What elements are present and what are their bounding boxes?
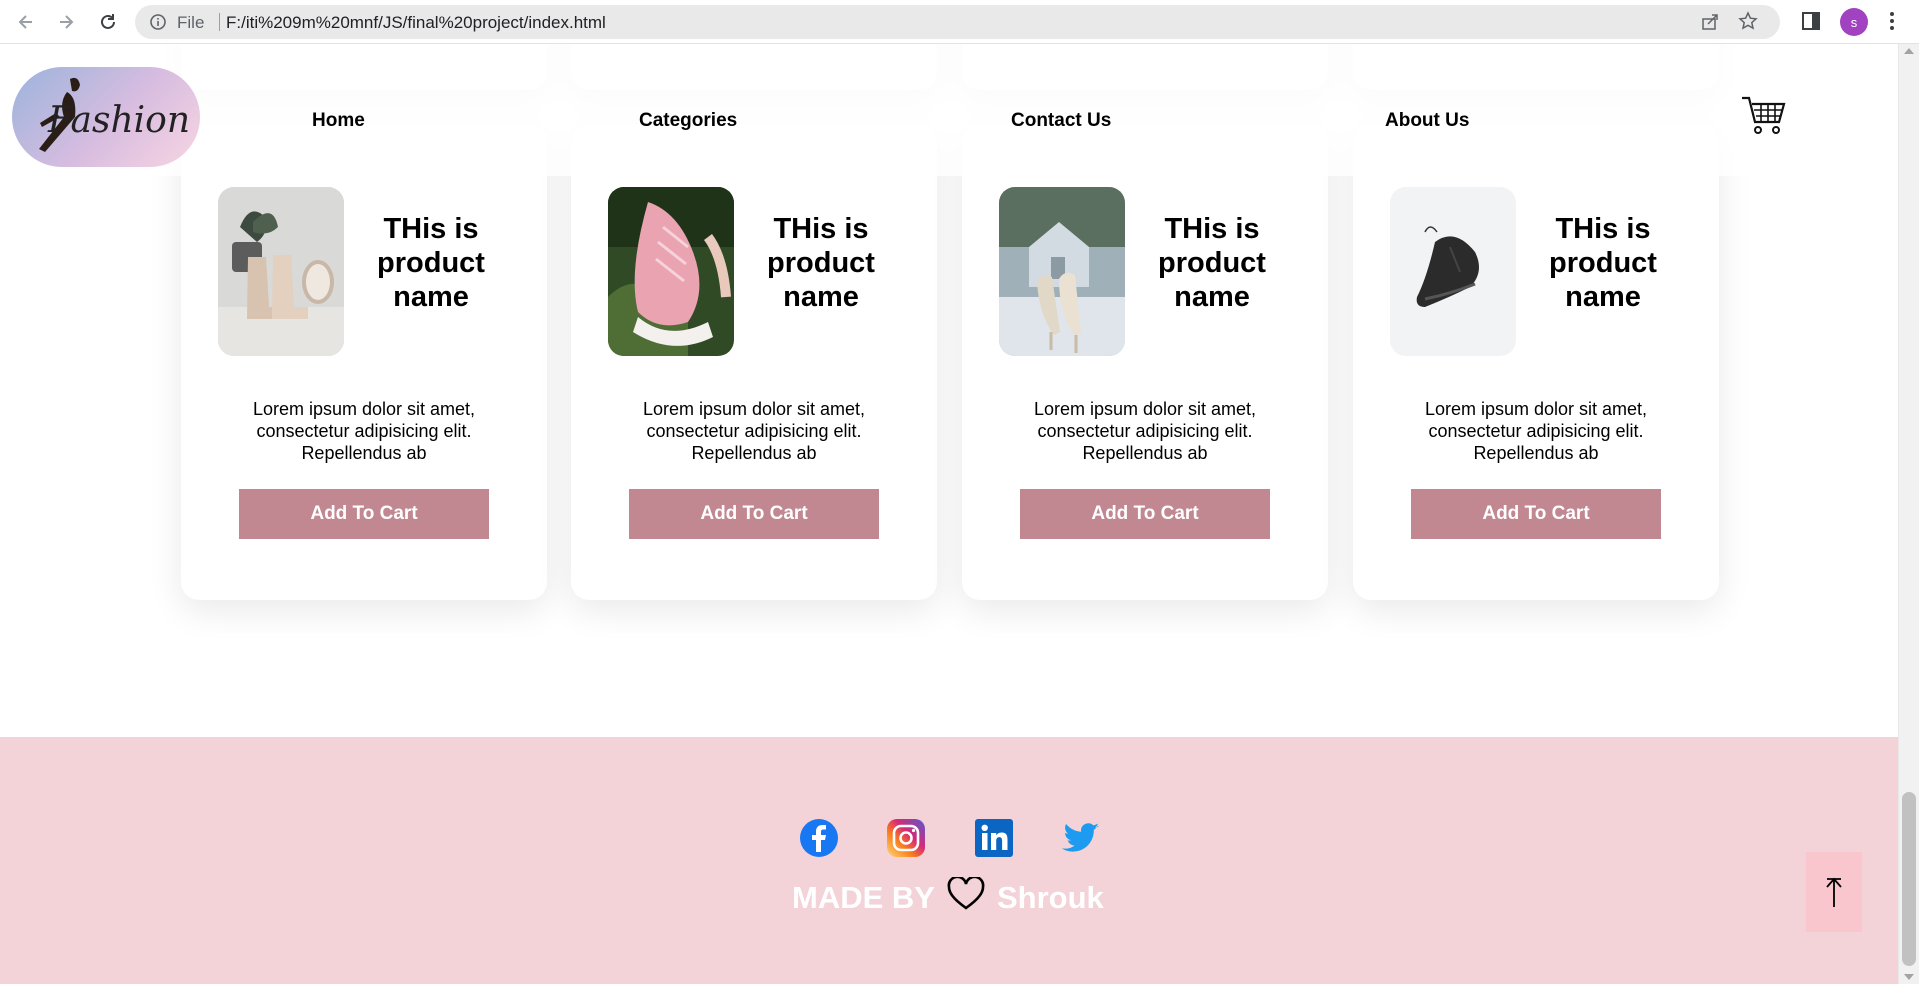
reload-icon [101, 14, 115, 29]
product-image-heels [999, 187, 1125, 356]
add-to-cart-button[interactable]: Add To Cart [1411, 489, 1661, 539]
back-arrow-icon [18, 15, 32, 29]
instagram-icon[interactable] [886, 818, 926, 858]
product-image-boots [218, 187, 344, 356]
product-card: THis is product name Lorem ipsum dolor s… [1353, 124, 1719, 600]
made-by-label: MADE BY [792, 880, 935, 915]
page-scrollbar[interactable] [1898, 44, 1919, 984]
facebook-icon[interactable] [799, 818, 839, 858]
logo-text: Fashion [48, 100, 191, 141]
nav-contact-us[interactable]: Contact Us [1011, 110, 1111, 132]
product-description: Lorem ipsum dolor sit amet, consectetur … [1033, 399, 1257, 463]
side-panel-icon[interactable] [1800, 10, 1822, 37]
forward-button[interactable] [52, 8, 80, 36]
address-divider [219, 13, 220, 31]
author-name: Shrouk [996, 880, 1104, 915]
product-name: THis is product name [1158, 213, 1266, 313]
back-button[interactable] [12, 8, 40, 36]
twitter-icon[interactable] [1061, 818, 1101, 858]
page-content: THis is product name Lorem ipsum dolor s… [0, 44, 1898, 984]
nav-home[interactable]: Home [312, 110, 365, 132]
info-icon[interactable] [149, 13, 167, 36]
bookmark-star-icon[interactable] [1738, 11, 1758, 36]
add-to-cart-button[interactable]: Add To Cart [239, 489, 489, 539]
more-menu-icon[interactable] [1889, 10, 1895, 37]
made-by-credit: MADE BY Shrouk [792, 875, 1104, 919]
share-icon[interactable] [1700, 12, 1720, 37]
scroll-up-arrow-icon[interactable] [1904, 48, 1914, 54]
product-image-black-sneaker [1390, 187, 1516, 356]
heart-icon [947, 875, 985, 919]
file-label: File [177, 13, 205, 32]
address-bar[interactable]: File F:/iti%209m%20mnf/JS/final%20projec… [135, 5, 1780, 39]
product-card: THis is product name Lorem ipsum dolor s… [571, 124, 937, 600]
scrollbar-thumb[interactable] [1902, 792, 1916, 966]
product-card: THis is product name Lorem ipsum dolor s… [181, 124, 547, 600]
product-name: THis is product name [767, 213, 875, 313]
fashion-logo[interactable]: Fashion [12, 67, 200, 167]
shopping-cart-icon[interactable] [1740, 94, 1786, 141]
nav-categories[interactable]: Categories [639, 110, 737, 132]
product-name: THis is product name [1549, 213, 1657, 313]
browser-toolbar: File F:/iti%209m%20mnf/JS/final%20projec… [0, 0, 1919, 44]
add-to-cart-button[interactable]: Add To Cart [1020, 489, 1270, 539]
site-header: Fashion Home Categories Contact Us About… [0, 44, 1898, 176]
arrow-up-icon [1826, 877, 1842, 907]
back-to-top-button[interactable] [1806, 852, 1862, 932]
url-text[interactable]: F:/iti%209m%20mnf/JS/final%20project/ind… [226, 13, 606, 33]
nav-about-us[interactable]: About Us [1385, 110, 1469, 132]
add-to-cart-button[interactable]: Add To Cart [629, 489, 879, 539]
product-card: THis is product name Lorem ipsum dolor s… [962, 124, 1328, 600]
scroll-down-arrow-icon[interactable] [1904, 974, 1914, 980]
product-description: Lorem ipsum dolor sit amet, consectetur … [642, 399, 866, 463]
product-description: Lorem ipsum dolor sit amet, consectetur … [252, 399, 476, 463]
product-name: THis is product name [377, 213, 485, 313]
reload-button[interactable] [94, 8, 122, 36]
product-image-pink-sneakers [608, 187, 734, 356]
forward-arrow-icon [60, 15, 74, 29]
product-description: Lorem ipsum dolor sit amet, consectetur … [1424, 399, 1648, 463]
site-footer: MADE BY Shrouk [0, 737, 1898, 984]
linkedin-icon[interactable] [974, 818, 1014, 858]
profile-avatar[interactable]: s [1840, 8, 1868, 36]
